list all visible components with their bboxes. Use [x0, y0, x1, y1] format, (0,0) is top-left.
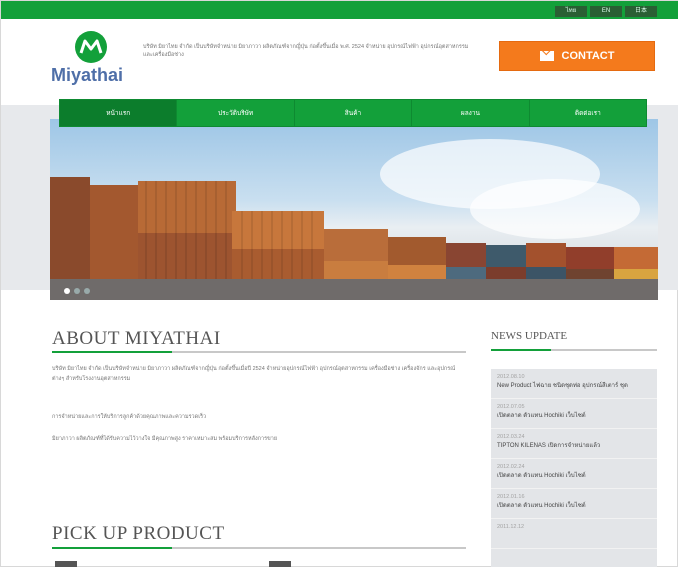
- logo[interactable]: Miyathai: [51, 31, 131, 91]
- product-thumbnail[interactable]: [269, 561, 291, 567]
- top-bar: ไทย EN 日本: [1, 1, 678, 19]
- product-thumbnail[interactable]: [55, 561, 77, 567]
- language-thai-button[interactable]: ไทย: [555, 6, 587, 17]
- banner-dot[interactable]: [64, 288, 70, 294]
- news-title[interactable]: TIPTON KILENAS เปิดการจำหน่ายแล้ว: [497, 442, 651, 450]
- nav-item-products[interactable]: สินค้า: [295, 100, 413, 126]
- news-date: 2012.03.24: [497, 434, 525, 440]
- news-date: 2012.07.05: [497, 404, 525, 410]
- hero-banner: [50, 119, 658, 300]
- mail-icon: [539, 51, 554, 61]
- language-japanese-button[interactable]: 日本: [625, 6, 657, 17]
- about-paragraph: มิยาภาวา ผลิตภัณฑ์ที่ได้รับความไว้วางใจ …: [52, 436, 278, 442]
- news-title[interactable]: เปิดตลาด ตัวแทน Hochiki เว็บไซต์: [497, 502, 651, 510]
- main-nav: หน้าแรก ประวัติบริษัท สินค้า ผลงาน ติดต่…: [59, 99, 647, 127]
- banner-pagination: [64, 288, 90, 294]
- nav-item-contact[interactable]: ติดต่อเรา: [530, 100, 646, 126]
- shipping-containers-image: [50, 177, 658, 289]
- news-item[interactable]: 2011.12.12: [491, 519, 657, 549]
- nav-item-company-history[interactable]: ประวัติบริษัท: [177, 100, 295, 126]
- header: Miyathai บริษัท มิยาไทย จำกัด เป็นบริษัท…: [1, 19, 678, 105]
- news-title[interactable]: เปิดตลาด ตัวแทน Hochiki เว็บไซต์: [497, 412, 651, 420]
- banner-dot[interactable]: [74, 288, 80, 294]
- nav-item-home[interactable]: หน้าแรก: [60, 100, 178, 126]
- news-title[interactable]: New Product ไฟฉาย ชนิดชุดท่อ อุปกรณ์สีเต…: [497, 382, 651, 390]
- news-item[interactable]: 2012.08.10 New Product ไฟฉาย ชนิดชุดท่อ …: [491, 369, 657, 399]
- news-title[interactable]: เปิดตลาด ตัวแทน Hochiki เว็บไซต์: [497, 472, 651, 480]
- contact-button[interactable]: CONTACT: [499, 41, 655, 71]
- page: ไทย EN 日本 Miyathai บริษัท มิยาไทย จำกัด …: [0, 0, 678, 567]
- news-date: 2012.01.16: [497, 494, 525, 500]
- about-paragraph: บริษัท มิยาไทย จำกัด เป็นบริษัทจำหน่าย ม…: [52, 366, 456, 382]
- news-item[interactable]: 2012.07.05 เปิดตลาด ตัวแทน Hochiki เว็บไ…: [491, 399, 657, 429]
- news-item[interactable]: 2012.01.16 เปิดตลาด ตัวแทน Hochiki เว็บไ…: [491, 489, 657, 519]
- news-heading: NEWS UPDATE: [491, 330, 568, 342]
- about-divider: [52, 351, 466, 353]
- news-date: 2011.12.12: [497, 524, 525, 530]
- news-item[interactable]: 2012.03.24 TIPTON KILENAS เปิดการจำหน่าย…: [491, 429, 657, 459]
- news-date: 2012.08.10: [497, 374, 525, 380]
- news-item[interactable]: 2012.02.24 เปิดตลาด ตัวแทน Hochiki เว็บไ…: [491, 459, 657, 489]
- language-english-button[interactable]: EN: [590, 6, 622, 17]
- pickup-heading: PICK UP PRODUCT: [52, 523, 225, 544]
- contact-label: CONTACT: [561, 50, 615, 62]
- about-paragraph: การจำหน่ายและการให้บริการลูกค้าด้วยคุณภา…: [52, 414, 207, 420]
- news-list: 2012.08.10 New Product ไฟฉาย ชนิดชุดท่อ …: [491, 369, 657, 567]
- intro-text: บริษัท มิยาไทย จำกัด เป็นบริษัทจำหน่าย ม…: [143, 44, 469, 58]
- pickup-divider: [52, 547, 466, 549]
- nav-item-works[interactable]: ผลงาน: [412, 100, 530, 126]
- banner-dot[interactable]: [84, 288, 90, 294]
- language-switcher: ไทย EN 日本: [555, 6, 657, 17]
- logo-text: Miyathai: [51, 65, 124, 85]
- about-heading: ABOUT MIYATHAI: [52, 328, 221, 349]
- news-date: 2012.02.24: [497, 464, 525, 470]
- logo-mark-icon: [75, 31, 107, 63]
- news-divider: [491, 349, 657, 351]
